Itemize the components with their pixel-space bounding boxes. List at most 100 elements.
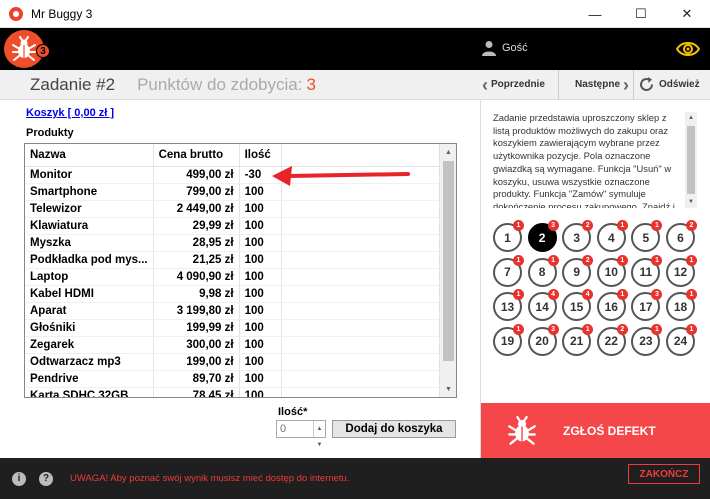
bug-slot-8[interactable]: 81 xyxy=(527,254,559,287)
table-row[interactable]: Kabel HDMI 9,98 zł 100 xyxy=(25,285,446,303)
table-row[interactable]: Klawiatura 29,99 zł 100 xyxy=(25,217,446,235)
table-row[interactable]: Telewizor 2 449,00 zł 100 xyxy=(25,200,446,218)
points-label: Punktów do zdobycia: xyxy=(137,74,303,94)
bug-slot-3[interactable]: 32 xyxy=(562,220,594,252)
bug-slot-number: 18 xyxy=(673,299,688,314)
bug-count-badge: 3 xyxy=(547,323,559,335)
bug-count-badge: 1 xyxy=(513,220,524,231)
stepper-down-icon[interactable]: ▼ xyxy=(317,437,323,453)
bug-slot-6[interactable]: 62 xyxy=(666,220,697,252)
add-to-cart-button[interactable]: Dodaj do koszyka xyxy=(332,420,456,438)
scrollbar-thumb[interactable] xyxy=(443,161,454,361)
table-row[interactable]: Podkładka pod mys... 21,25 zł 100 xyxy=(25,251,446,269)
product-name: Podkładka pod mys... xyxy=(25,251,154,269)
bug-slot-15[interactable]: 15 4 xyxy=(562,289,594,321)
bug-count-badge: 4 xyxy=(547,289,559,300)
quantity-stepper[interactable]: 0 ▲ ▼ xyxy=(276,420,326,448)
product-name: Głośniki xyxy=(25,319,154,337)
scroll-down-icon[interactable]: ▼ xyxy=(685,196,697,208)
product-price: 199,00 zł xyxy=(153,353,240,371)
bug-slot-number: 23 xyxy=(639,334,653,348)
minimize-button[interactable]: — xyxy=(572,0,618,28)
maximize-button[interactable]: ☐ xyxy=(618,0,664,28)
bug-slot-number: 12 xyxy=(673,265,688,279)
bug-count-badge: 1 xyxy=(513,254,524,266)
bug-slot-20[interactable]: 20 3 xyxy=(527,323,559,356)
scroll-up-icon[interactable]: ▲ xyxy=(440,144,456,160)
product-price: 4 090,90 zł xyxy=(153,268,240,286)
bug-slot-17[interactable]: 17 3 xyxy=(631,289,663,321)
scroll-down-icon[interactable]: ▼ xyxy=(440,381,456,397)
bug-slot-11[interactable]: 11 1 xyxy=(631,254,663,287)
bug-count-badge: 1 xyxy=(616,289,628,300)
chevron-left-icon: ‹ xyxy=(482,74,488,95)
product-price: 199,99 zł xyxy=(153,319,240,337)
bug-slot-18[interactable]: 18 1 xyxy=(666,289,697,321)
table-row[interactable]: Zegarek 300,00 zł 100 xyxy=(25,336,446,354)
bug-slot-19[interactable]: 19 1 xyxy=(493,323,524,356)
table-row[interactable]: Laptop 4 090,90 zł 100 xyxy=(25,268,446,286)
product-name: Odtwarzacz mp3 xyxy=(25,353,154,371)
product-quantity: 100 xyxy=(239,353,282,371)
bug-slot-number: 7 xyxy=(504,265,511,279)
scroll-up-icon[interactable]: ▲ xyxy=(685,112,697,124)
bug-slot-10[interactable]: 10 1 xyxy=(596,254,628,287)
column-header-price[interactable]: Cena brutto xyxy=(153,144,240,167)
bug-slot-16[interactable]: 16 1 xyxy=(596,289,628,321)
bug-slot-14[interactable]: 14 4 xyxy=(527,289,559,321)
table-row[interactable]: Odtwarzacz mp3 199,00 zł 100 xyxy=(25,353,446,371)
bug-slot-2[interactable]: 23 xyxy=(527,220,559,252)
product-quantity: 100 xyxy=(239,234,282,252)
bug-slot-13[interactable]: 13 1 xyxy=(493,289,524,321)
finish-button[interactable]: ZAKOŃCZ xyxy=(628,464,700,484)
product-quantity: 100 xyxy=(239,302,282,320)
scrollbar-thumb[interactable] xyxy=(687,126,695,194)
cart-link[interactable]: Koszyk [ 0,00 zł ] xyxy=(26,107,114,119)
table-row[interactable]: Karta SDHC 32GB 78,45 zł 100 xyxy=(25,387,446,397)
description-scrollbar[interactable]: ▲ ▼ xyxy=(685,112,697,208)
user-info[interactable]: Gość xyxy=(482,40,528,56)
bug-slot-5[interactable]: 51 xyxy=(631,220,663,252)
eye-icon[interactable] xyxy=(676,40,700,58)
product-quantity: 100 xyxy=(239,200,282,218)
bug-slot-9[interactable]: 92 xyxy=(562,254,594,287)
bug-slot-23[interactable]: 23 1 xyxy=(631,323,663,356)
table-row[interactable]: Myszka 28,95 zł 100 xyxy=(25,234,446,252)
column-header-name[interactable]: Nazwa xyxy=(25,144,154,167)
info-icon[interactable]: i xyxy=(12,471,26,486)
bug-slot-1[interactable]: 11 xyxy=(493,220,524,252)
product-price: 29,99 zł xyxy=(153,217,240,235)
table-header-row: Nazwa Cena brutto Ilość xyxy=(25,144,446,167)
bug-slot-number: 2 xyxy=(538,230,546,245)
app-footer: i ? UWAGA! Aby poznać swój wynik musisz … xyxy=(0,458,710,499)
help-icon[interactable]: ? xyxy=(39,471,53,486)
previous-button[interactable]: ‹ Poprzednie xyxy=(480,70,558,99)
shop-panel: Koszyk [ 0,00 zł ] Produkty Nazwa Cena b… xyxy=(0,100,480,458)
bug-slot-22[interactable]: 22 2 xyxy=(596,323,628,356)
bug-slot-21[interactable]: 21 1 xyxy=(562,323,594,356)
bug-slot-7[interactable]: 71 xyxy=(493,254,524,287)
products-label: Produkty xyxy=(26,127,74,139)
table-row[interactable]: Głośniki 199,99 zł 100 xyxy=(25,319,446,337)
quantity-value: 0 xyxy=(280,423,287,435)
next-button[interactable]: Następne › xyxy=(559,70,633,99)
bug-slot-number: 4 xyxy=(607,230,615,245)
bug-slot-12[interactable]: 12 1 xyxy=(666,254,697,287)
bug-count-badge: 1 xyxy=(616,254,628,266)
refresh-button[interactable]: Odśwież xyxy=(634,70,710,99)
table-scrollbar[interactable]: ▲ ▼ xyxy=(439,144,456,397)
table-row[interactable]: Aparat 3 199,80 zł 100 xyxy=(25,302,446,320)
product-quantity: 100 xyxy=(239,370,282,388)
bug-slot-24[interactable]: 24 1 xyxy=(666,323,697,356)
bug-slot-4[interactable]: 41 xyxy=(596,220,628,252)
product-price: 2 449,00 zł xyxy=(153,200,240,218)
table-row[interactable]: Pendrive 89,70 zł 100 xyxy=(25,370,446,388)
column-header-qty[interactable]: Ilość xyxy=(239,144,282,167)
window-titlebar: Mr Buggy 3 — ☐ ✕ xyxy=(0,0,710,28)
report-defect-button[interactable]: ZGŁOŚ DEFEKT xyxy=(481,403,710,458)
bug-icon xyxy=(508,415,536,445)
bug-count-badge: 2 xyxy=(616,323,628,335)
bug-slot-number: 6 xyxy=(677,230,684,245)
stepper-up-icon[interactable]: ▲ xyxy=(317,421,323,437)
close-button[interactable]: ✕ xyxy=(664,0,710,28)
